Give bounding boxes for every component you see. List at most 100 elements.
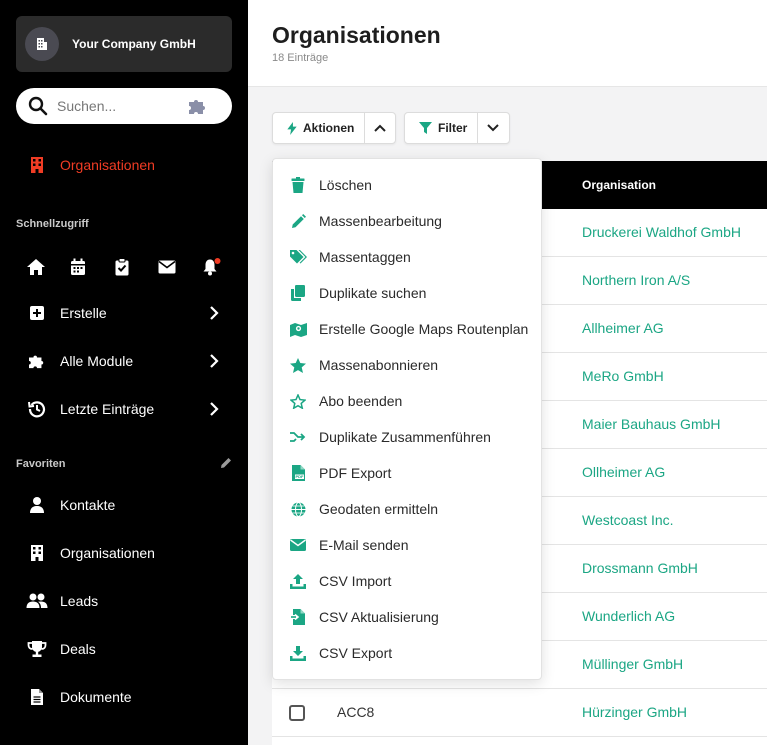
sidebar-item-label: Kontakte: [60, 497, 116, 513]
search-box[interactable]: [16, 88, 232, 124]
sidebar-item-organisationen-active[interactable]: Organisationen: [16, 145, 232, 185]
menu-item-abo-beenden[interactable]: Abo beenden: [273, 383, 541, 419]
filter-toggle[interactable]: [477, 113, 507, 143]
menu-item-label: Geodaten ermitteln: [319, 501, 439, 517]
download-icon: [289, 644, 307, 662]
menu-item-geodaten-ermitteln[interactable]: Geodaten ermitteln: [273, 491, 541, 527]
pencil-icon: [289, 212, 307, 230]
menu-item-csv-aktualisierung[interactable]: CSV Aktualisierung: [273, 599, 541, 635]
menu-item-pdf-export[interactable]: PDF PDF Export: [273, 455, 541, 491]
trophy-icon: [26, 638, 48, 660]
building-icon: [26, 154, 48, 176]
globe-icon: [289, 500, 307, 518]
chevron-down-icon: [487, 124, 499, 132]
sidebar-item-label: Organisationen: [60, 157, 155, 173]
org-link[interactable]: Hürzinger GmbH: [582, 704, 687, 720]
org-link[interactable]: MeRo GmbH: [582, 368, 664, 384]
company-switcher[interactable]: Your Company GmbH: [16, 16, 232, 72]
sidebar-item-leads[interactable]: Leads: [16, 581, 232, 621]
clipboard-check-icon[interactable]: [114, 256, 158, 278]
star-icon: [289, 356, 307, 374]
actions-button[interactable]: Aktionen: [273, 113, 364, 143]
menu-item-label: CSV Import: [319, 573, 392, 589]
chevron-right-icon: [210, 354, 219, 368]
menu-item-label: CSV Aktualisierung: [319, 609, 439, 625]
actions-button-group: Aktionen: [272, 112, 396, 144]
menu-item-loeschen[interactable]: Löschen: [273, 167, 541, 203]
org-link[interactable]: Wunderlich AG: [582, 608, 675, 624]
entry-count: 18 Einträge: [272, 52, 329, 64]
users-icon: [26, 590, 48, 612]
menu-item-massentaggen[interactable]: Massentaggen: [273, 239, 541, 275]
menu-item-massenbearbeitung[interactable]: Massenbearbeitung: [273, 203, 541, 239]
sidebar-item-label: Erstelle: [60, 305, 107, 321]
sidebar-item-alle-module[interactable]: Alle Module: [16, 341, 232, 381]
row-checkbox[interactable]: [289, 705, 305, 721]
building-icon: [26, 542, 48, 564]
sidebar-item-kontakte[interactable]: Kontakte: [16, 485, 232, 525]
sidebar-item-organisationen[interactable]: Organisationen: [16, 533, 232, 573]
menu-item-google-maps-routenplan[interactable]: Erstelle Google Maps Routenplan: [273, 311, 541, 347]
org-link[interactable]: Ollheimer AG: [582, 464, 665, 480]
sidebar-item-deals[interactable]: Deals: [16, 629, 232, 669]
puzzle-icon[interactable]: [187, 97, 209, 115]
org-link[interactable]: Allheimer AG: [582, 320, 664, 336]
puzzle-icon: [26, 350, 48, 372]
menu-item-label: Duplikate suchen: [319, 285, 427, 301]
map-icon: [289, 320, 307, 338]
menu-item-csv-export[interactable]: CSV Export: [273, 635, 541, 671]
org-link[interactable]: Drossmann GmbH: [582, 560, 698, 576]
pencil-icon[interactable]: [219, 456, 233, 470]
column-header-organisation[interactable]: Organisation: [582, 178, 656, 192]
org-link[interactable]: Northern Iron A/S: [582, 272, 690, 288]
chevron-right-icon: [210, 402, 219, 416]
building-icon: [25, 27, 59, 61]
menu-item-duplikate-suchen[interactable]: Duplikate suchen: [273, 275, 541, 311]
page-title: Organisationen: [272, 22, 441, 48]
sidebar-item-erstelle[interactable]: Erstelle: [16, 293, 232, 333]
actions-dropdown-menu: Löschen Massenbearbeitung Massentaggen D…: [272, 158, 542, 680]
filter-button[interactable]: Filter: [405, 113, 477, 143]
menu-item-label: Duplikate Zusammenführen: [319, 429, 491, 445]
sidebar-item-label: Deals: [60, 641, 96, 657]
menu-item-label: Massenabonnieren: [319, 357, 439, 373]
bolt-icon: [287, 121, 297, 135]
table-row[interactable]: ACC8 Hürzinger GmbH: [272, 689, 767, 737]
pdf-icon: PDF: [289, 464, 307, 482]
sidebar-item-label: Letzte Einträge: [60, 401, 155, 417]
search-icon: [28, 96, 48, 116]
file-import-icon: [289, 608, 307, 626]
sidebar-item-dokumente[interactable]: Dokumente: [16, 677, 232, 717]
menu-item-massenabonnieren[interactable]: Massenabonnieren: [273, 347, 541, 383]
merge-icon: [289, 428, 307, 446]
menu-item-email-senden[interactable]: E-Mail senden: [273, 527, 541, 563]
actions-toggle[interactable]: [364, 113, 394, 143]
org-link[interactable]: Müllinger GmbH: [582, 656, 683, 672]
org-link[interactable]: Maier Bauhaus GmbH: [582, 416, 721, 432]
tags-icon: [289, 248, 307, 266]
org-link[interactable]: Westcoast Inc.: [582, 512, 674, 528]
sidebar-item-label: Organisationen: [60, 545, 155, 561]
home-icon[interactable]: [26, 256, 70, 278]
mail-icon[interactable]: [158, 256, 202, 278]
sidebar-item-label: Alle Module: [60, 353, 134, 369]
sidebar: Your Company GmbH Organisationen Schnell…: [0, 0, 248, 745]
calendar-icon[interactable]: [70, 256, 114, 278]
menu-item-label: E-Mail senden: [319, 537, 409, 553]
upload-icon: [289, 572, 307, 590]
filter-button-group: Filter: [404, 112, 510, 144]
row-id: ACC8: [337, 704, 375, 720]
bell-icon[interactable]: [202, 256, 246, 278]
plus-square-icon: [26, 302, 48, 324]
menu-item-duplikate-zusammenfuehren[interactable]: Duplikate Zusammenführen: [273, 419, 541, 455]
search-input[interactable]: [57, 98, 187, 114]
menu-item-csv-import[interactable]: CSV Import: [273, 563, 541, 599]
sidebar-item-label: Dokumente: [60, 689, 132, 705]
quick-access-bar: [26, 256, 246, 278]
sidebar-item-letzte-eintraege[interactable]: Letzte Einträge: [16, 389, 232, 429]
menu-item-label: Massentaggen: [319, 249, 411, 265]
chevron-right-icon: [210, 306, 219, 320]
mail-icon: [289, 536, 307, 554]
org-link[interactable]: Druckerei Waldhof GmbH: [582, 224, 741, 240]
company-name: Your Company GmbH: [72, 37, 196, 51]
